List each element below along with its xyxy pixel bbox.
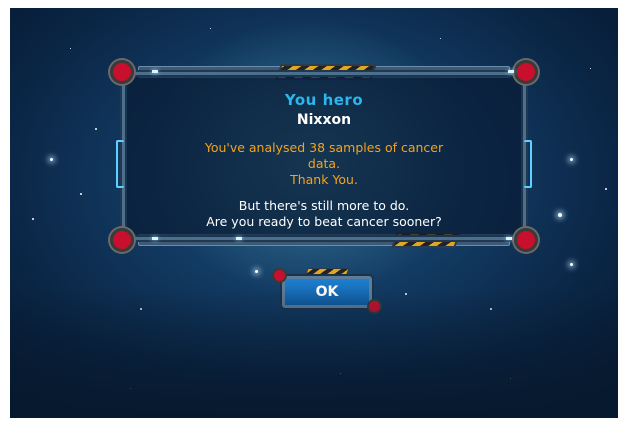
ok-button[interactable]: OK bbox=[282, 276, 372, 308]
star bbox=[570, 263, 573, 266]
star bbox=[440, 38, 441, 39]
prompt-line-2: Are you ready to beat cancer sooner? bbox=[206, 214, 442, 229]
indicator-light bbox=[508, 70, 514, 73]
star bbox=[95, 128, 97, 130]
ok-button-frame: OK bbox=[272, 266, 382, 316]
red-rivet-icon bbox=[110, 228, 134, 252]
message-line-1: You've analysed 38 samples of cancer bbox=[204, 140, 444, 155]
space-background: You hero Nixxon You've analysed 38 sampl… bbox=[10, 8, 618, 418]
indicator-light bbox=[236, 237, 242, 240]
star bbox=[50, 158, 53, 161]
star bbox=[605, 188, 607, 190]
player-name: Nixxon bbox=[296, 112, 352, 128]
red-rivet-icon bbox=[514, 60, 538, 84]
red-rivet-icon bbox=[272, 268, 287, 283]
star bbox=[590, 68, 591, 69]
message-line-2: data. bbox=[307, 156, 341, 171]
indicator-light bbox=[506, 237, 512, 240]
indicator-light bbox=[152, 237, 158, 240]
prompt-line-1: But there's still more to do. bbox=[238, 198, 410, 213]
star bbox=[255, 270, 258, 273]
star bbox=[558, 213, 562, 217]
red-rivet-icon bbox=[514, 228, 538, 252]
message-line-3: Thank You. bbox=[290, 172, 358, 187]
star bbox=[210, 28, 211, 29]
star bbox=[490, 308, 492, 310]
star bbox=[70, 48, 71, 49]
star bbox=[405, 293, 407, 295]
indicator-light bbox=[152, 70, 158, 73]
dialog-title: You hero bbox=[284, 91, 364, 109]
red-rivet-icon bbox=[367, 299, 382, 314]
star bbox=[80, 193, 82, 195]
star bbox=[32, 218, 34, 220]
star bbox=[570, 158, 573, 161]
star bbox=[140, 308, 142, 310]
red-rivet-icon bbox=[110, 60, 134, 84]
star bbox=[510, 378, 511, 379]
dialog-frame: You hero Nixxon You've analysed 38 sampl… bbox=[110, 60, 538, 252]
star bbox=[130, 388, 131, 389]
star bbox=[340, 373, 341, 374]
